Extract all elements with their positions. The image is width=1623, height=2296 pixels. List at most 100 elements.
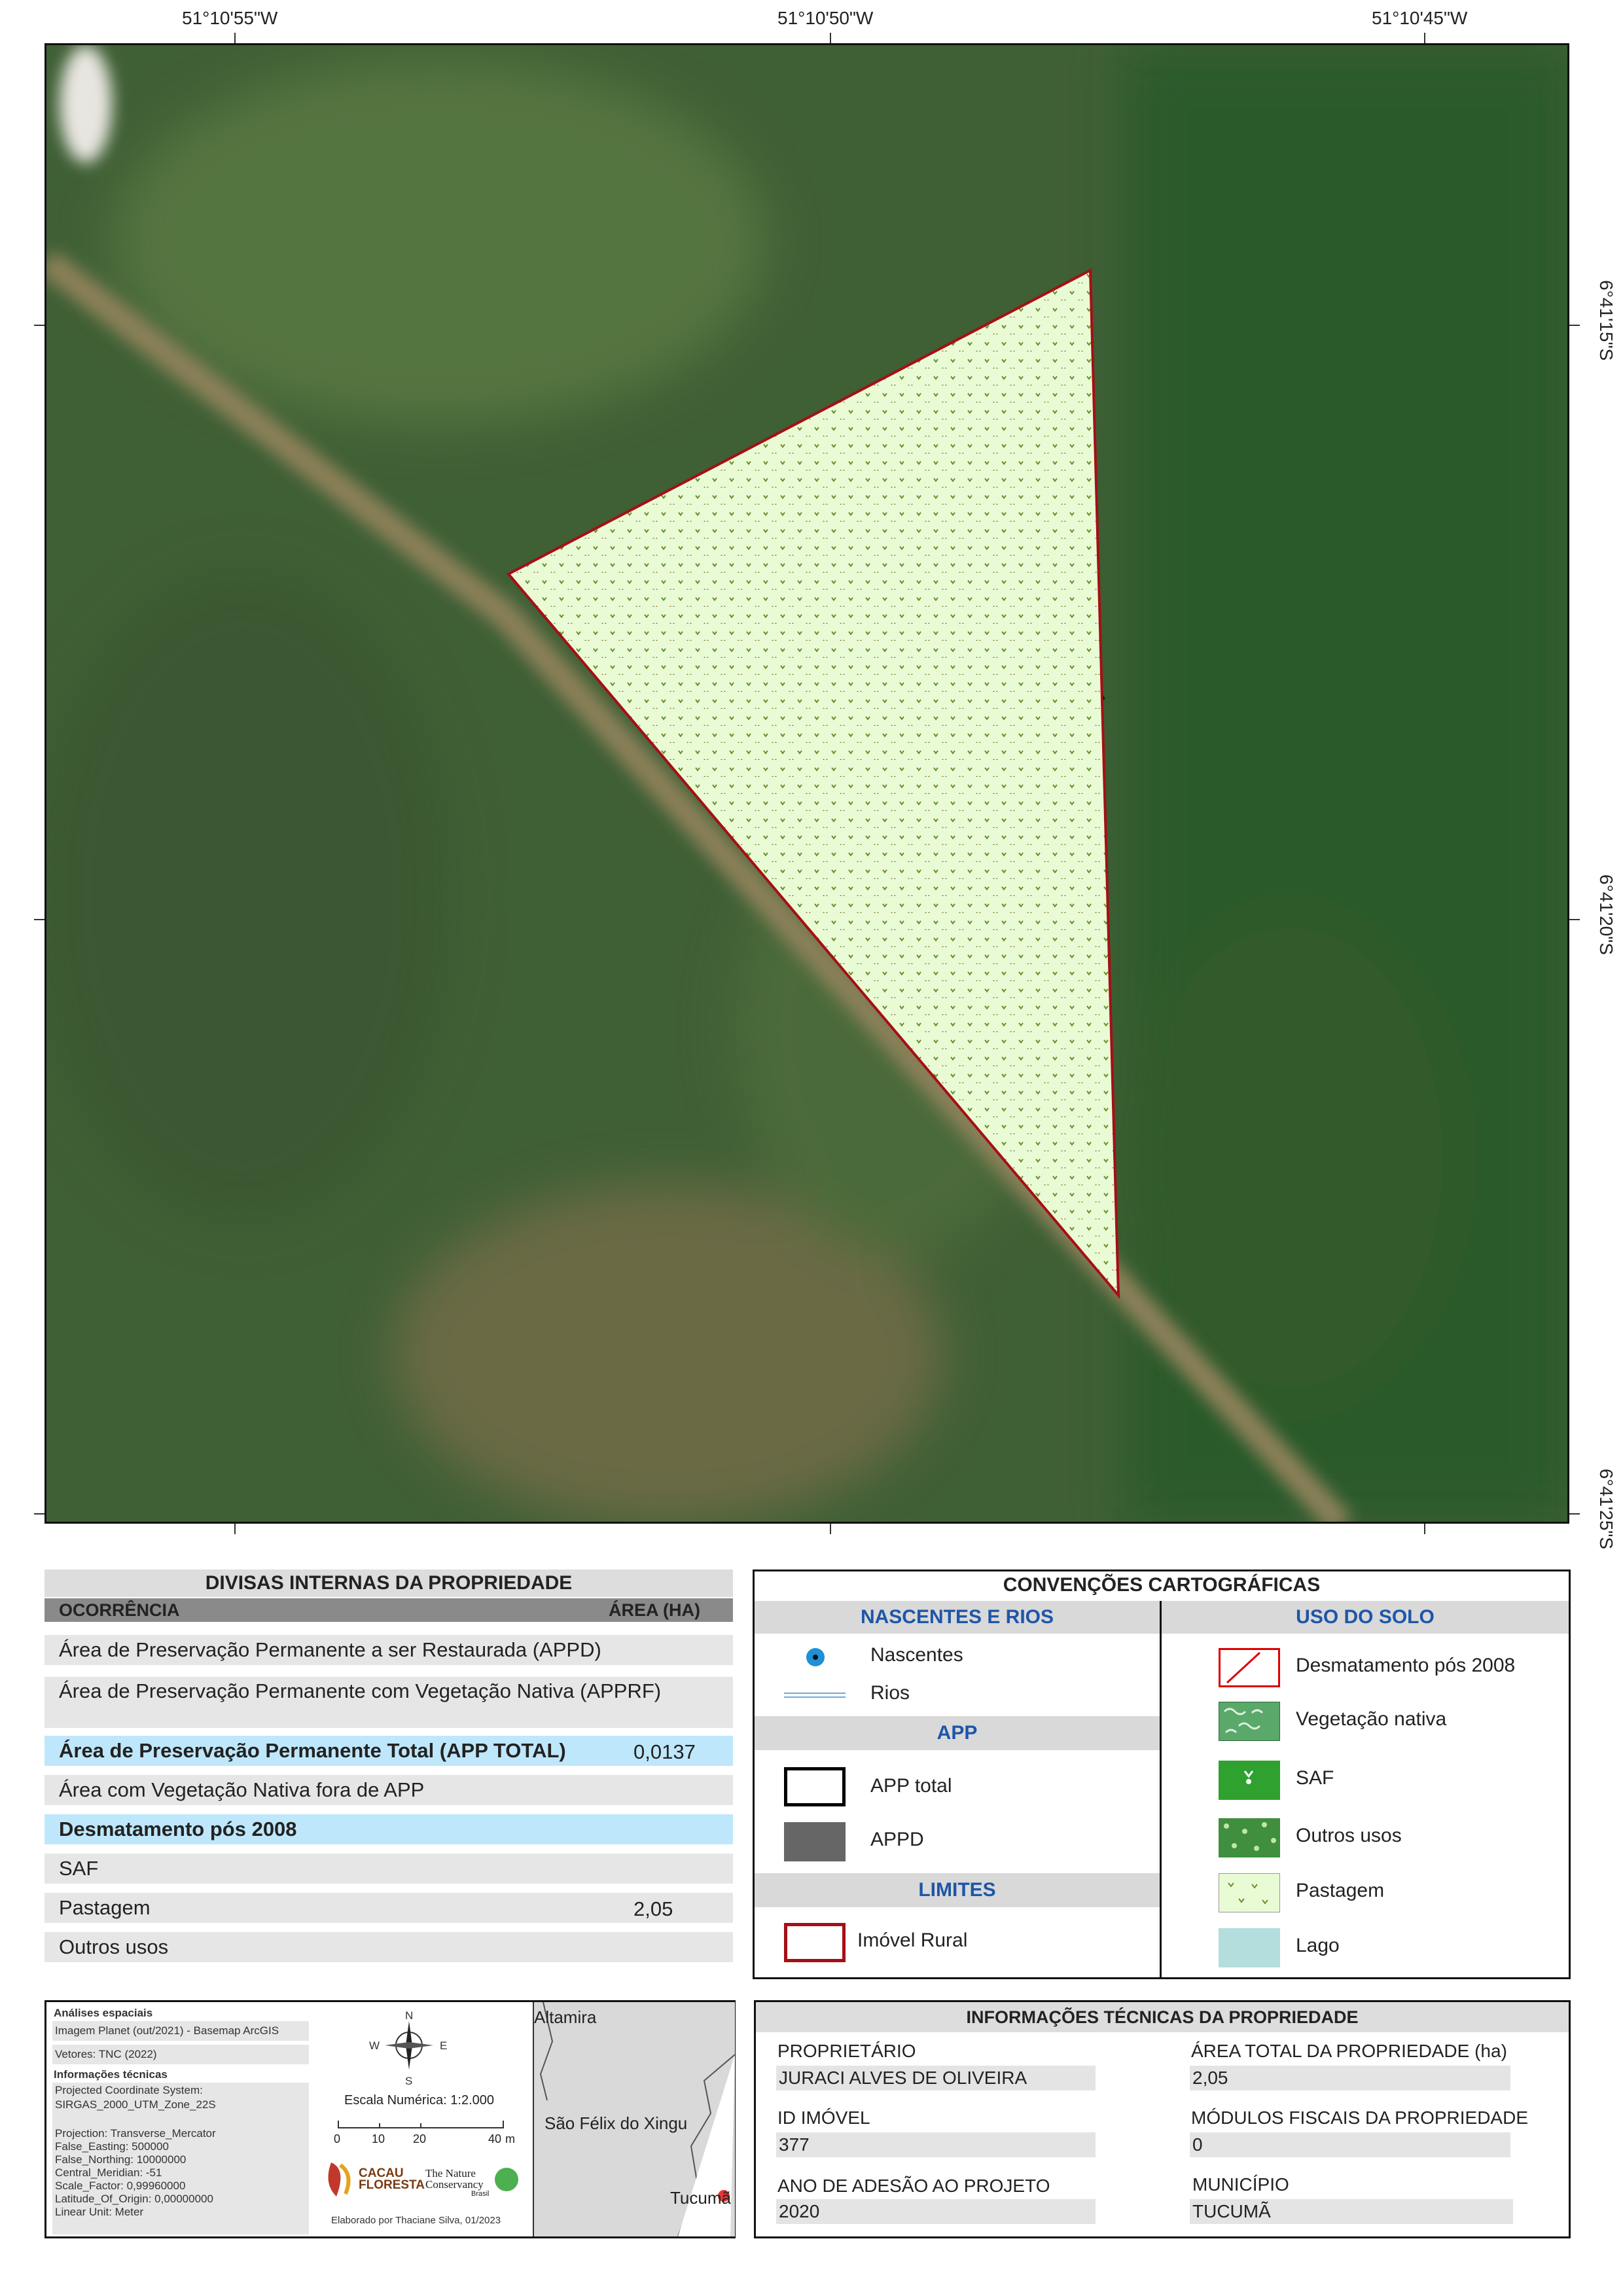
info-line: Central_Meridian: -51 <box>55 2166 162 2179</box>
locator-map[interactable]: Altamira São Félix do Xingu Tucumã <box>533 2002 735 2236</box>
tick <box>234 1524 236 1534</box>
tick <box>1569 919 1580 920</box>
tick <box>234 33 236 43</box>
lago-icon <box>1219 1928 1280 1967</box>
legend-uso-label: Vegetação nativa <box>1296 1708 1447 1730</box>
row-label: Área de Preservação Permanente a ser Res… <box>59 1638 601 1661</box>
map-frame[interactable] <box>45 43 1569 1524</box>
analises-title: Análises espaciais <box>54 2007 153 2019</box>
legend-imovel-label: Imóvel Rural <box>857 1929 968 1951</box>
table-row: Desmatamento pós 2008 <box>45 1814 733 1844</box>
info-line: Latitude_Of_Origin: 0,00000000 <box>55 2193 213 2205</box>
legend-divider <box>1160 1601 1162 1977</box>
legend-title: CONVENÇÕES CARTOGRÁFICAS <box>755 1571 1569 1599</box>
scale-tick-label: 10 <box>372 2132 385 2145</box>
legend-app-total-label: APP total <box>870 1775 952 1797</box>
locator-place: São Félix do Xingu <box>544 2113 688 2133</box>
elaborado-label: Elaborado por Thaciane Silva, 01/2023 <box>331 2215 501 2226</box>
analises-vetores: Vetores: TNC (2022) <box>55 2048 157 2060</box>
compass-w: W <box>369 2039 380 2052</box>
scale-unit: m <box>505 2132 515 2145</box>
tick <box>34 325 45 326</box>
tick <box>1569 325 1580 326</box>
analises-imagem: Imagem Planet (out/2021) - Basemap ArcGI… <box>55 2024 279 2037</box>
pastagem-icon <box>1219 1873 1280 1912</box>
legend-uso-label: Outros usos <box>1296 1825 1402 1846</box>
tech-info-title: INFORMAÇÕES TÉCNICAS DA PROPRIEDADE <box>756 2002 1569 2032</box>
info-line: SIRGAS_2000_UTM_Zone_22S <box>55 2098 216 2111</box>
coord-top-1: 51°10'55"W <box>182 8 278 28</box>
modulos-value: 0 <box>1190 2132 1510 2157</box>
table-row: Área de Preservação Permanente Total (AP… <box>45 1736 733 1766</box>
row-label: Área de Preservação Permanente Total (AP… <box>59 1739 566 1762</box>
table-row: Outros usos <box>45 1932 733 1962</box>
col-area: ÁREA (HA) <box>609 1600 700 1620</box>
proprietario-label: PROPRIETÁRIO <box>777 2041 916 2061</box>
legend-nascentes-header: NASCENTES E RIOS <box>755 1601 1160 1634</box>
info-line: False_Easting: 500000 <box>55 2140 169 2153</box>
table-row: Área de Preservação Permanente com Veget… <box>45 1677 733 1728</box>
row-label: SAF <box>59 1857 99 1880</box>
scale-label: Escala Numérica: 1:2.000 <box>344 2093 495 2108</box>
imovel-rural-icon <box>784 1923 846 1962</box>
info-line: Projected Coordinate System: <box>55 2084 203 2096</box>
scale-tick-label: 20 <box>413 2132 427 2145</box>
rios-icon <box>784 1693 846 1698</box>
divisas-header: OCORRÊNCIA ÁREA (HA) <box>45 1598 733 1622</box>
tick <box>1569 1513 1580 1515</box>
legend-nascentes-label: Nascentes <box>870 1644 963 1666</box>
satellite-map <box>46 45 1567 1522</box>
compass-e: E <box>440 2039 448 2052</box>
appd-icon <box>784 1822 846 1861</box>
tick <box>34 919 45 920</box>
tick <box>34 1513 45 1515</box>
row-label: Área de Preservação Permanente com Veget… <box>59 1679 662 1702</box>
legend-appd-label: APPD <box>870 1829 924 1850</box>
compass-s: S <box>405 2075 413 2087</box>
legend-uso-label: SAF <box>1296 1767 1334 1789</box>
tick <box>1424 33 1425 43</box>
legend-rios-label: Rios <box>870 1682 910 1704</box>
id-imovel-value: 377 <box>776 2132 1096 2157</box>
cacau-logo-text: CACAU FLORESTA <box>359 2166 425 2192</box>
info-line: Projection: Transverse_Mercator <box>55 2127 216 2140</box>
row-value: 2,05 <box>633 1897 673 1920</box>
scale-tick-label: 40 <box>488 2132 502 2145</box>
legend-uso-label: Desmatamento pós 2008 <box>1296 1655 1516 1676</box>
tnc-logo: The Nature Conservancy Brasil <box>425 2168 524 2207</box>
legend-limites-header: LIMITES <box>755 1873 1160 1907</box>
area-total-value: 2,05 <box>1190 2066 1510 2090</box>
locator-place: Tucumã <box>670 2188 731 2208</box>
locator-place: Altamira <box>534 2007 597 2027</box>
tnc-leaf-icon <box>495 2168 518 2191</box>
row-label: Área com Vegetação Nativa fora de APP <box>59 1778 425 1801</box>
coord-top-2: 51°10'50"W <box>777 8 874 28</box>
legend-uso-header: USO DO SOLO <box>1162 1601 1569 1634</box>
info-line: Scale_Factor: 0,99960000 <box>55 2179 186 2192</box>
area-total-label: ÁREA TOTAL DA PROPRIEDADE (ha) <box>1191 2041 1507 2061</box>
row-label: Outros usos <box>59 1935 169 1958</box>
scale-tick <box>379 2123 380 2128</box>
id-imovel-label: ID IMÓVEL <box>777 2108 870 2128</box>
divisas-title: DIVISAS INTERNAS DA PROPRIEDADE <box>45 1570 733 1597</box>
municipio-value: TUCUMÃ <box>1190 2199 1513 2224</box>
table-row: SAF <box>45 1854 733 1884</box>
info-line: Linear Unit: Meter <box>55 2206 144 2218</box>
desmatamento-icon <box>1219 1648 1280 1687</box>
legend-uso-label: Lago <box>1296 1935 1340 1956</box>
row-label: Desmatamento pós 2008 <box>59 1818 297 1840</box>
info-line: False_Northing: 10000000 <box>55 2153 187 2166</box>
coord-right-1: 6°41'15"S <box>1596 280 1616 361</box>
tnc-logo-sub: Brasil <box>471 2190 490 2198</box>
info-title: Informações técnicas <box>54 2068 168 2081</box>
table-row: Área com Vegetação Nativa fora de APP <box>45 1775 733 1805</box>
vegetacao-nativa-icon <box>1219 1702 1280 1741</box>
legend-app-header: APP <box>755 1716 1160 1750</box>
modulos-label: MÓDULOS FISCAIS DA PROPRIEDADE <box>1191 2108 1528 2128</box>
row-value: 0,0137 <box>633 1740 696 1763</box>
scale-tick-label: 0 <box>334 2132 341 2145</box>
row-label: Pastagem <box>59 1896 151 1919</box>
tnc-logo-text: The Nature Conservancy <box>425 2167 484 2191</box>
coord-right-3: 6°41'25"S <box>1596 1469 1616 1550</box>
tick <box>830 1524 831 1534</box>
